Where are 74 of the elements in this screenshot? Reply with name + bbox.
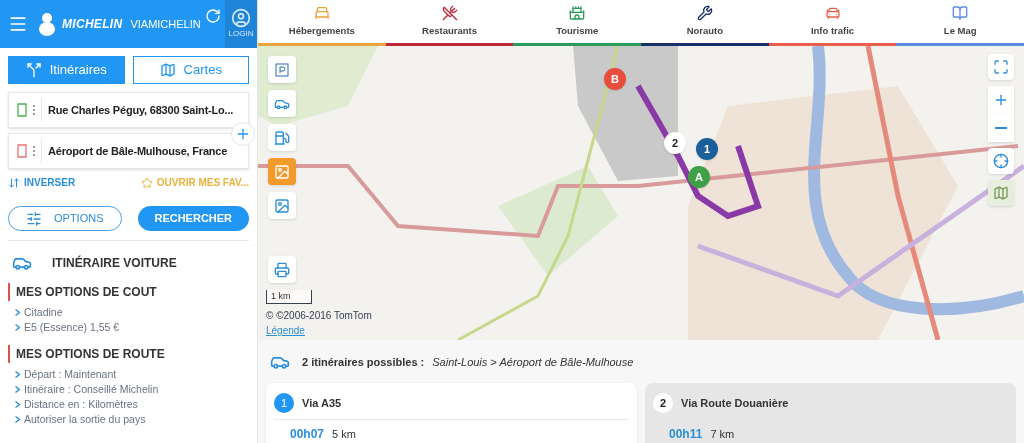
zoom-out-button[interactable]	[988, 114, 1014, 142]
locate-button[interactable]	[988, 148, 1014, 174]
route-time: 00h07	[290, 426, 325, 443]
map-scale: 1 km	[266, 290, 312, 304]
printer-icon	[274, 261, 290, 278]
results-count: 2 itinéraires possibles :	[302, 354, 425, 370]
chevron-icon	[15, 309, 20, 316]
chevron-icon	[15, 386, 20, 393]
image-icon	[274, 197, 290, 214]
castle-icon	[569, 4, 586, 21]
option-item: Distance en : Kilomètres	[24, 397, 138, 412]
parking-button[interactable]	[268, 56, 296, 83]
fuel-button[interactable]	[268, 124, 296, 151]
chevron-icon	[15, 401, 20, 408]
fuel-pump-icon	[274, 129, 290, 146]
bed-icon	[313, 4, 330, 21]
layer-button[interactable]	[268, 158, 296, 185]
swap-icon	[8, 176, 20, 189]
address-field[interactable]: Aéroport de Bâle-Mulhouse, France	[8, 133, 249, 169]
traffic-button[interactable]	[268, 90, 296, 117]
option-item: E5 (Essence) 1,55 €	[24, 320, 120, 335]
map-icon	[159, 62, 176, 78]
map-view-button[interactable]	[988, 180, 1014, 206]
chevron-icon	[15, 371, 20, 378]
zoom-in-button[interactable]	[988, 86, 1014, 114]
option-item: Citadine	[24, 305, 63, 320]
user-icon	[231, 8, 251, 28]
route-time: 00h11	[669, 426, 703, 443]
wrench-icon	[696, 4, 713, 21]
print-button[interactable]	[268, 256, 296, 283]
group-title: MES OPTIONS DE COUT	[8, 283, 249, 301]
address-value: Rue Charles Péguy, 68300 Saint-Lo...	[48, 102, 234, 118]
route-distance: 7 km	[710, 427, 735, 442]
drag-handle-icon[interactable]	[33, 146, 35, 156]
swap-link[interactable]: INVERSER	[8, 175, 76, 190]
fullscreen-icon	[993, 59, 1009, 75]
brand-logo: MICHELIN	[62, 16, 123, 33]
plus-icon	[235, 126, 251, 142]
route-distance: 5 km	[332, 427, 356, 442]
route-card[interactable]: 1 Via A35 00h07 5 km	[266, 383, 637, 443]
drag-handle-icon[interactable]	[33, 105, 35, 115]
map-icon	[993, 185, 1009, 201]
chevron-icon	[15, 324, 20, 331]
option-item: Départ : Maintenant	[24, 367, 117, 382]
fullscreen-button[interactable]	[988, 54, 1014, 80]
option-item: Itinéraire : Conseillé Michelin	[24, 382, 159, 397]
route-number: 2	[653, 393, 673, 413]
zoom-in-icon	[993, 92, 1009, 108]
menu-icon[interactable]	[8, 14, 28, 34]
route-name: Via A35	[302, 395, 342, 411]
option-item: Autoriser la sortie du pays	[24, 412, 146, 427]
group-title: MES OPTIONS DE ROUTE	[8, 345, 249, 363]
parking-icon	[275, 62, 289, 77]
add-stop-button[interactable]	[231, 122, 255, 146]
refresh-icon[interactable]	[204, 8, 221, 24]
copyright-text: © ©2006-2016 TomTom	[266, 309, 372, 323]
route-summary: Saint-Louis > Aéroport de Bâle-Mulhouse	[432, 354, 634, 370]
route-name: Via Route Douanière	[681, 395, 789, 411]
layer-button[interactable]	[268, 192, 296, 219]
crosshair-icon	[993, 153, 1009, 169]
book-icon	[952, 4, 969, 21]
address-field[interactable]: Rue Charles Péguy, 68300 Saint-Lo...	[8, 92, 249, 128]
chevron-icon	[15, 416, 20, 423]
route-card[interactable]: 2 Via Route Douanière 00h11 7 km	[645, 383, 1016, 443]
mascot-icon	[36, 11, 58, 37]
product-name: VIAMICHELIN	[130, 16, 201, 32]
sliders-icon	[26, 210, 42, 227]
fork-arrow-icon	[25, 62, 42, 78]
route-number: 1	[274, 393, 294, 413]
section-title: ITINÉRAIRE VOITURE	[52, 254, 177, 272]
star-icon	[140, 176, 153, 189]
address-value: Aéroport de Bâle-Mulhouse, France	[48, 143, 228, 159]
image-icon	[274, 163, 290, 180]
fork-knife-icon	[441, 4, 458, 21]
